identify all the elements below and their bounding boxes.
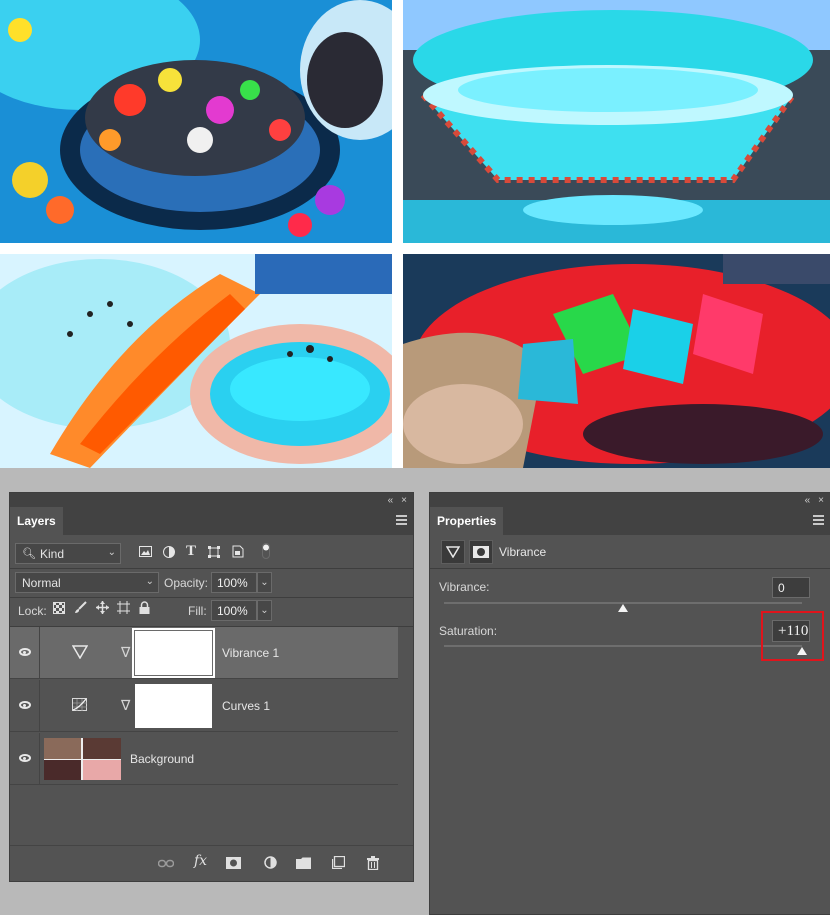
- layers-panel: « × Layers 🔍︎ Kind ⌄ T Normal ⌄ Opacity:…: [9, 492, 414, 882]
- fx-icon[interactable]: fx: [194, 853, 207, 869]
- adjustment-filter-icon[interactable]: [163, 546, 175, 560]
- curves-adjustment-icon: [72, 698, 88, 716]
- opacity-label: Opacity:: [164, 576, 209, 590]
- chevron-down-icon: ⌄: [260, 605, 269, 616]
- visibility-toggle[interactable]: [10, 627, 40, 679]
- saturation-highlight-box: [761, 611, 824, 661]
- blend-mode-value: Normal: [22, 575, 61, 590]
- tab-properties[interactable]: Properties: [430, 507, 504, 535]
- divider: [10, 568, 413, 569]
- collapse-panel-icon[interactable]: «: [805, 495, 811, 506]
- photo-cake: [403, 254, 830, 468]
- layer-row-background[interactable]: Background: [10, 733, 398, 785]
- mask-link-icon[interactable]: ∇: [121, 697, 130, 714]
- adjustment-title: Vibrance: [499, 545, 547, 559]
- opacity-input[interactable]: 100%: [211, 572, 257, 593]
- close-panel-icon[interactable]: ×: [818, 495, 824, 506]
- panel-menu-icon[interactable]: [813, 515, 824, 527]
- new-group-icon[interactable]: [296, 856, 311, 872]
- vibrance-adjustment-icon: [441, 540, 465, 564]
- properties-header: Vibrance: [430, 535, 830, 569]
- properties-panel-topbar: « ×: [430, 493, 830, 507]
- layer-name: Curves 1: [222, 699, 271, 713]
- properties-tabbar: Properties: [430, 507, 830, 535]
- lock-transparent-pixels-icon[interactable]: [53, 602, 65, 616]
- vibrance-slider[interactable]: [444, 602, 802, 612]
- vibrance-label: Vibrance:: [439, 580, 490, 594]
- eye-icon: [19, 648, 31, 656]
- eye-icon: [19, 701, 31, 709]
- filter-kind-label: Kind: [39, 546, 64, 561]
- close-panel-icon[interactable]: ×: [401, 495, 407, 506]
- smart-object-filter-icon[interactable]: [232, 545, 244, 560]
- panel-menu-icon[interactable]: [396, 515, 407, 527]
- visibility-toggle[interactable]: [10, 733, 40, 785]
- mask-link-icon[interactable]: ∇: [121, 644, 130, 661]
- lock-label: Lock:: [18, 604, 47, 618]
- layer-name: Vibrance 1: [222, 646, 280, 660]
- filter-toggle-icon[interactable]: [262, 543, 270, 561]
- fill-input[interactable]: 100%: [211, 600, 257, 621]
- fill-label: Fill:: [188, 604, 207, 618]
- image-filter-icon[interactable]: [139, 546, 152, 559]
- layer-name: Background: [130, 752, 195, 766]
- photo-candies: [0, 0, 392, 243]
- new-layer-icon[interactable]: [331, 855, 346, 872]
- eye-icon: [19, 754, 31, 762]
- new-adjustment-icon[interactable]: [264, 856, 277, 872]
- lock-position-icon[interactable]: [96, 601, 109, 616]
- layer-row-curves[interactable]: ∇ Curves 1: [10, 680, 398, 732]
- divider: [10, 597, 413, 598]
- photo-cupcake: [403, 0, 830, 243]
- layers-tabbar: Layers: [10, 507, 413, 535]
- add-mask-icon[interactable]: [226, 856, 241, 872]
- layers-panel-topbar: « ×: [10, 493, 413, 507]
- vibrance-slider-thumb[interactable]: [618, 604, 628, 612]
- layer-mask-icon[interactable]: [469, 540, 493, 564]
- layer-mask-thumbnail[interactable]: [132, 628, 215, 678]
- lock-all-icon[interactable]: [139, 601, 150, 616]
- layers-footer: fx: [10, 845, 413, 881]
- properties-panel: « × Properties Vibrance Vibrance: 0 Satu…: [429, 492, 830, 915]
- filter-kind-select[interactable]: 🔍︎ Kind ⌄: [15, 543, 121, 564]
- chevron-down-icon: ⌄: [107, 547, 116, 558]
- shape-filter-icon[interactable]: [208, 546, 220, 560]
- chevron-down-icon: ⌄: [145, 576, 154, 587]
- visibility-toggle[interactable]: [10, 680, 40, 732]
- link-layers-icon[interactable]: [157, 856, 175, 872]
- lock-image-pixels-icon[interactable]: [74, 601, 87, 616]
- tab-layers[interactable]: Layers: [10, 507, 63, 535]
- type-filter-icon[interactable]: T: [186, 544, 196, 559]
- delete-layer-icon[interactable]: [367, 856, 379, 873]
- lock-artboard-icon[interactable]: [117, 601, 130, 616]
- saturation-label: Saturation:: [439, 624, 498, 638]
- layer-thumbnail[interactable]: [44, 738, 121, 780]
- chevron-down-icon: ⌄: [260, 577, 269, 588]
- photo-macaron: [0, 254, 392, 468]
- layer-mask-thumbnail[interactable]: [135, 684, 212, 728]
- vibrance-adjustment-icon: [71, 645, 89, 663]
- collapse-panel-icon[interactable]: «: [388, 495, 394, 506]
- saturation-slider[interactable]: [444, 645, 807, 655]
- search-icon: 🔍︎: [22, 548, 36, 560]
- opacity-dropdown[interactable]: ⌄: [257, 572, 272, 593]
- blend-mode-select[interactable]: Normal ⌄: [15, 572, 159, 593]
- fill-dropdown[interactable]: ⌄: [257, 600, 272, 621]
- image-canvas: [0, 0, 830, 468]
- layer-row-vibrance[interactable]: ∇ Vibrance 1: [10, 627, 398, 679]
- vibrance-input[interactable]: 0: [772, 577, 810, 598]
